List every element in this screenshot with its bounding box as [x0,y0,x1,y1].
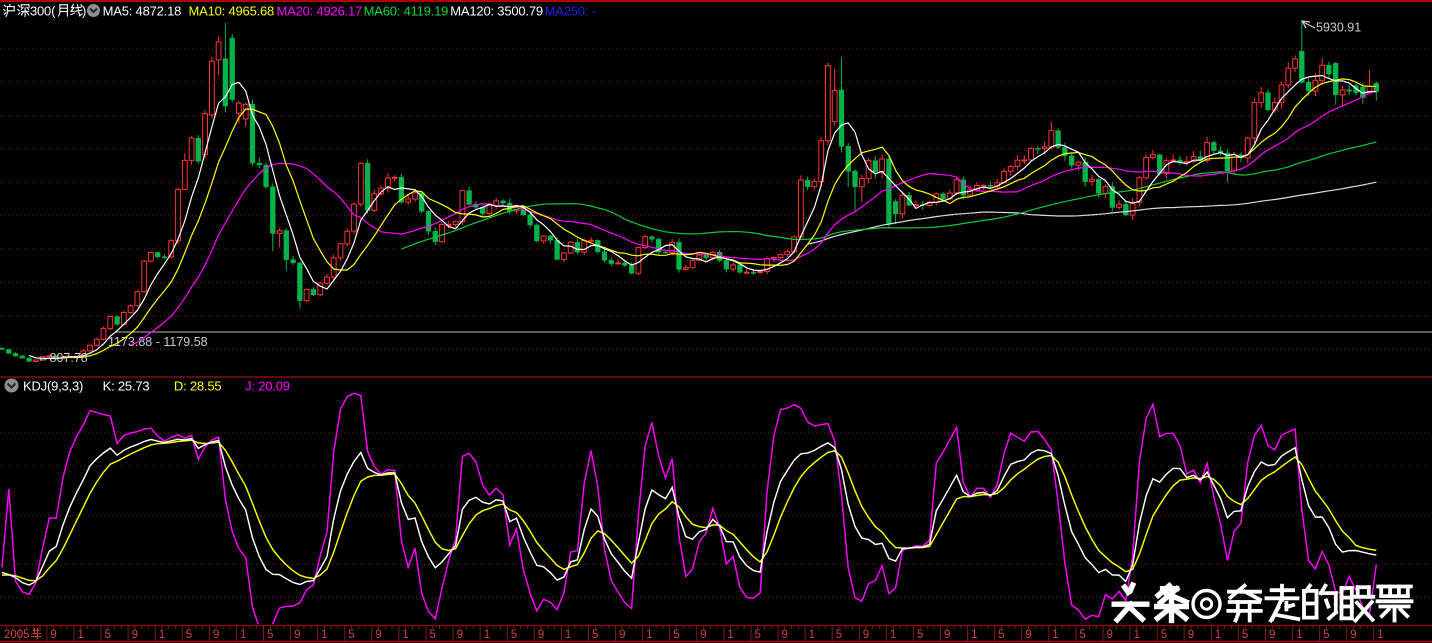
svg-text:K: 25.73: K: 25.73 [103,379,150,394]
svg-text:5: 5 [592,629,598,641]
svg-text:1: 1 [971,629,977,641]
svg-text:5: 5 [836,629,842,641]
svg-text:1: 1 [78,629,84,641]
svg-text:9: 9 [1188,629,1194,641]
svg-text:300(: 300( [30,4,56,19]
svg-text:1: 1 [1296,629,1302,641]
svg-text:5: 5 [1242,629,1248,641]
svg-text:MA60: 4119.19: MA60: 4119.19 [364,4,449,19]
svg-text:1: 1 [484,629,490,641]
svg-text:5: 5 [1161,629,1167,641]
svg-text:9: 9 [132,629,138,641]
svg-text:5: 5 [1323,629,1329,641]
svg-text:1: 1 [809,629,815,641]
svg-text:5: 5 [1079,629,1085,641]
svg-text:1: 1 [159,629,165,641]
svg-text:9: 9 [538,629,544,641]
svg-text:1: 1 [646,629,652,641]
svg-text:9: 9 [700,629,706,641]
svg-text:1: 1 [240,629,246,641]
svg-text:1: 1 [565,629,571,641]
svg-text:1: 1 [727,629,733,641]
svg-text:MA120: 3500.79: MA120: 3500.79 [450,4,543,19]
svg-text:9: 9 [50,629,56,641]
svg-text:5: 5 [186,629,192,641]
svg-text:5: 5 [348,629,354,641]
svg-text:9: 9 [1107,629,1113,641]
svg-text:←807.78: ←807.78 [37,351,88,365]
svg-text:5: 5 [755,629,761,641]
svg-text:J: 20.09: J: 20.09 [245,379,290,394]
svg-text:9: 9 [375,629,381,641]
svg-text:9: 9 [1269,629,1275,641]
svg-text:1: 1 [321,629,327,641]
svg-text:5: 5 [673,629,679,641]
svg-text:1: 1 [1052,629,1058,641]
svg-text:9: 9 [457,629,463,641]
svg-text:9: 9 [1025,629,1031,641]
svg-text:2005: 2005 [4,629,30,641]
svg-text:9: 9 [1350,629,1356,641]
svg-text:5: 5 [998,629,1004,641]
svg-text:9: 9 [294,629,300,641]
svg-text:1: 1 [890,629,896,641]
svg-text:KDJ(9,3,3): KDJ(9,3,3) [23,379,83,394]
svg-text:): ) [82,4,86,19]
svg-text:MA250: -: MA250: - [545,4,596,19]
svg-text:D: 28.55: D: 28.55 [174,379,222,394]
svg-text:5: 5 [511,629,517,641]
svg-text:9: 9 [782,629,788,641]
svg-text:5: 5 [430,629,436,641]
svg-text:MA5: 4872.18: MA5: 4872.18 [103,4,182,19]
svg-text:1: 1 [1134,629,1140,641]
svg-text:MA10: 4965.68: MA10: 4965.68 [189,4,275,19]
svg-text:5930.91: 5930.91 [1316,21,1361,35]
svg-text:9: 9 [213,629,219,641]
svg-text:1173.88 - 1179.58: 1173.88 - 1179.58 [108,335,208,349]
svg-text:9: 9 [619,629,625,641]
svg-text:1: 1 [402,629,408,641]
svg-text:9: 9 [863,629,869,641]
svg-text:5: 5 [105,629,111,641]
svg-text:5: 5 [917,629,923,641]
svg-text:5: 5 [267,629,273,641]
svg-text:9: 9 [944,629,950,641]
svg-text:1: 1 [1377,629,1383,641]
svg-text:1: 1 [1215,629,1221,641]
svg-text:MA20: 4926.17: MA20: 4926.17 [277,4,363,19]
